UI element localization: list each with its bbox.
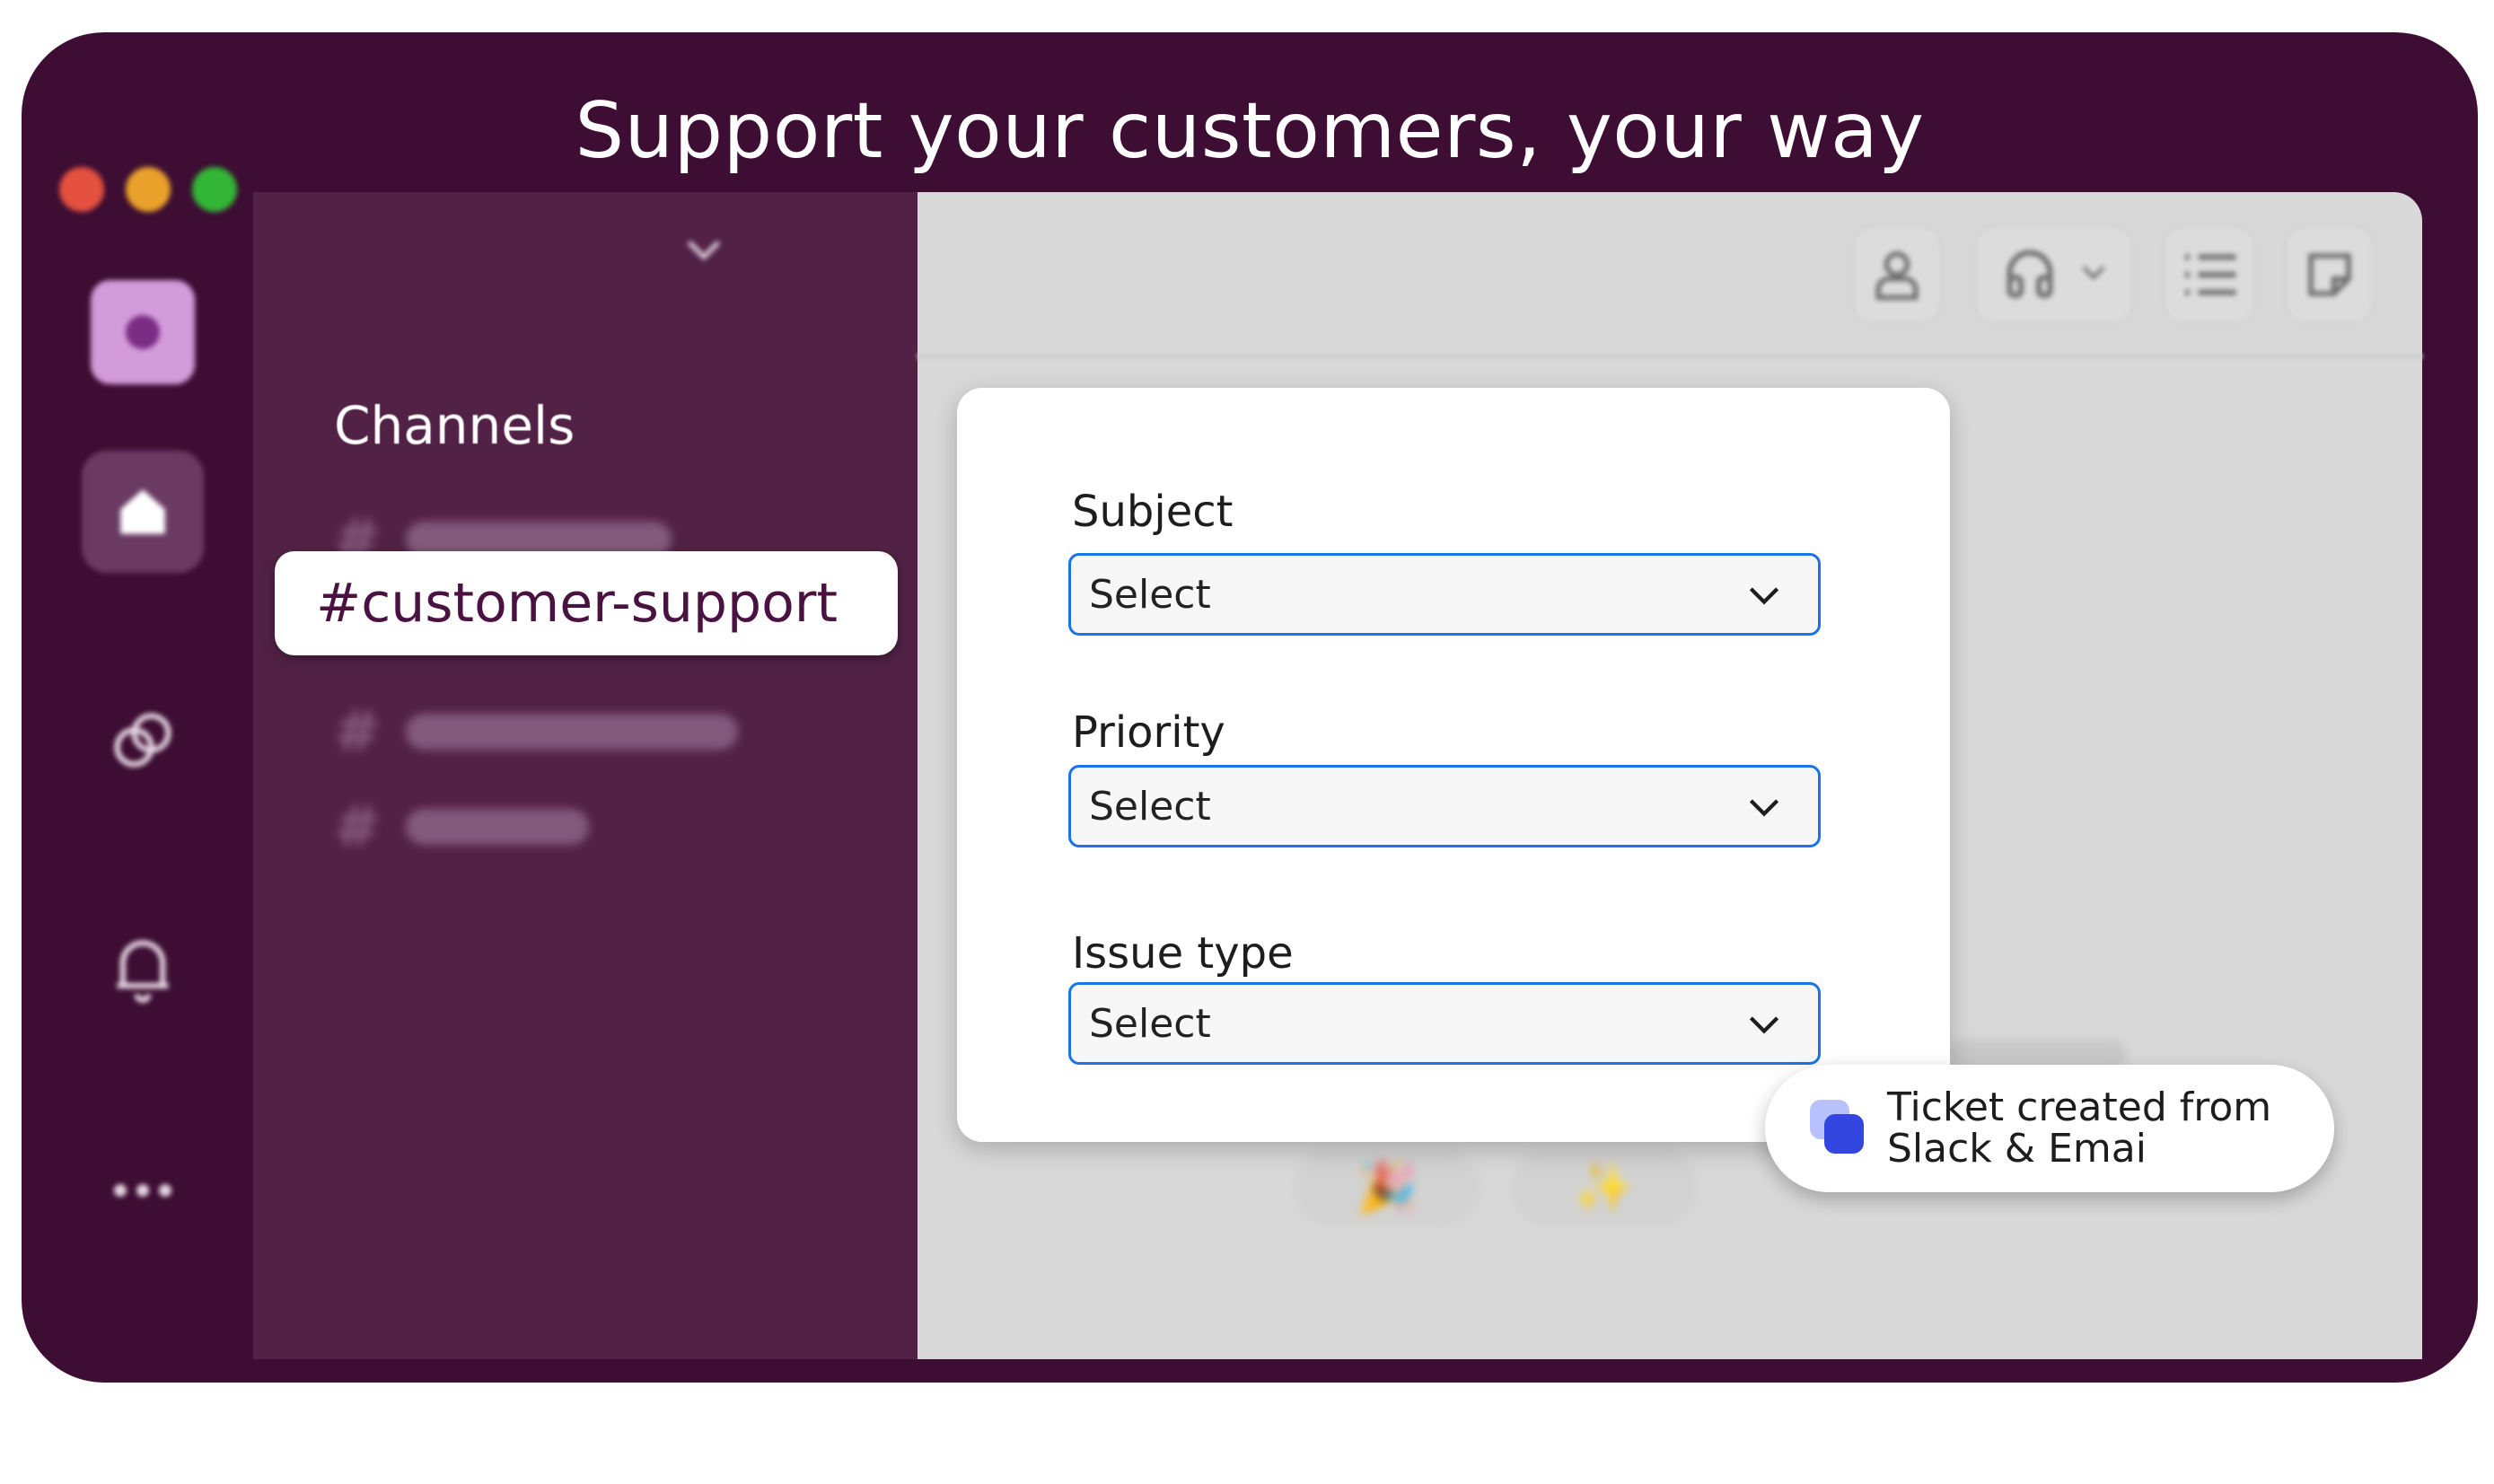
issue-type-label: Issue type xyxy=(1072,928,1294,979)
issue-type-select[interactable]: Select xyxy=(1068,982,1821,1065)
channels-section-label: Channels xyxy=(334,395,575,456)
chevron-down-icon[interactable] xyxy=(684,237,724,268)
toast-line-1: Ticket created from xyxy=(1887,1084,2272,1130)
headphones-icon xyxy=(2001,246,2059,303)
toast-line-2: Slack & Emai xyxy=(1887,1126,2147,1172)
priority-select-value: Select xyxy=(1089,783,1211,830)
bell-icon[interactable] xyxy=(22,930,264,1007)
more-icon[interactable] xyxy=(22,1181,264,1199)
hash-icon: # xyxy=(334,698,381,764)
workspace-avatar[interactable] xyxy=(91,280,195,384)
chevron-down-icon xyxy=(1746,1001,1782,1047)
notes-icon[interactable] xyxy=(2284,224,2375,325)
channel-sidebar: Channels # # # xyxy=(253,192,918,1359)
hash-icon: # xyxy=(334,794,381,859)
list-icon[interactable] xyxy=(2162,224,2257,325)
chevron-down-icon xyxy=(1746,784,1782,830)
ticket-toast: Ticket created from Slack & Emai xyxy=(1765,1065,2334,1192)
priority-select[interactable]: Select xyxy=(1068,765,1821,847)
subject-select[interactable]: Select xyxy=(1068,553,1821,636)
chevron-down-icon xyxy=(1746,572,1782,618)
issue-type-select-value: Select xyxy=(1089,1000,1211,1047)
dms-icon[interactable] xyxy=(22,707,264,776)
home-icon[interactable] xyxy=(82,451,204,573)
page-headline: Support your customers, your way xyxy=(575,86,1925,176)
subject-label: Subject xyxy=(1072,487,1234,537)
reaction-chip[interactable]: ✨ xyxy=(1510,1149,1699,1226)
huddle-button[interactable] xyxy=(1973,224,2135,325)
reaction-chip[interactable]: 🎉 xyxy=(1293,1149,1481,1226)
channel-item[interactable]: # xyxy=(334,698,738,764)
chevron-down-icon xyxy=(2080,264,2107,285)
channel-item[interactable]: # xyxy=(334,794,589,859)
rail-workspace[interactable] xyxy=(22,280,264,384)
user-icon[interactable] xyxy=(1851,224,1943,325)
priority-label: Priority xyxy=(1072,707,1225,758)
selected-channel[interactable]: #customer-support xyxy=(275,551,898,655)
rail-home[interactable] xyxy=(22,451,264,573)
ticket-form: Subject Select Priority Select Issue typ… xyxy=(957,388,1950,1142)
subject-select-value: Select xyxy=(1089,571,1211,618)
app-logo-icon xyxy=(1806,1096,1867,1161)
